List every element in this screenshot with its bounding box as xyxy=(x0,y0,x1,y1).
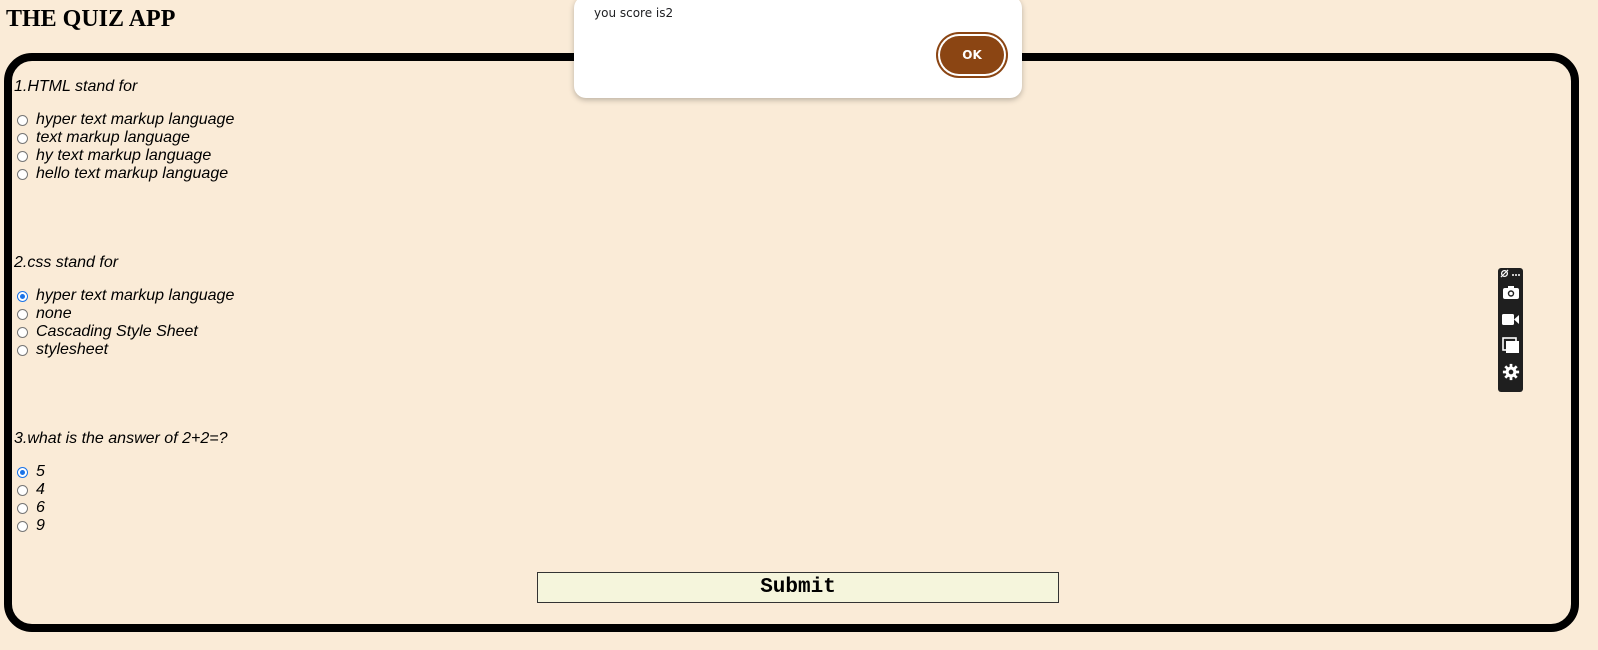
app-title: THE QUIZ APP xyxy=(6,6,176,32)
radio-button[interactable] xyxy=(17,114,28,126)
option-label: hello text markup language xyxy=(36,165,229,182)
radio-button[interactable] xyxy=(17,150,28,162)
option-label: 9 xyxy=(36,517,45,534)
options-list: hyper text markup language none Cascadin… xyxy=(14,287,234,359)
option-q2-a[interactable]: hyper text markup language xyxy=(14,287,234,305)
option-label: text markup language xyxy=(36,129,190,146)
toolbar-header xyxy=(1500,269,1521,281)
settings-icon[interactable] xyxy=(1500,361,1521,382)
option-label: 4 xyxy=(36,481,45,498)
question-3: 3.what is the answer of 2+2=? 5 4 6 9 xyxy=(14,430,227,535)
camera-icon[interactable] xyxy=(1500,282,1521,303)
alert-message: you score is2 xyxy=(594,6,674,20)
option-q2-d[interactable]: stylesheet xyxy=(14,341,234,359)
option-label: stylesheet xyxy=(36,341,109,358)
radio-button[interactable] xyxy=(17,132,28,144)
pin-icon[interactable] xyxy=(1500,269,1509,281)
radio-button[interactable] xyxy=(17,466,28,478)
option-q1-b[interactable]: text markup language xyxy=(14,129,234,147)
radio-button[interactable] xyxy=(17,290,28,302)
radio-button[interactable] xyxy=(17,344,28,356)
option-q3-d[interactable]: 9 xyxy=(14,517,227,535)
video-icon[interactable] xyxy=(1500,309,1521,330)
option-label: hy text markup language xyxy=(36,147,212,164)
capture-toolbar xyxy=(1498,268,1523,392)
question-text: 3.what is the answer of 2+2=? xyxy=(14,430,228,447)
question-text: 2.css stand for xyxy=(14,254,119,271)
alert-dialog: you score is2 OK xyxy=(574,0,1022,98)
option-label: 5 xyxy=(36,463,45,480)
radio-button[interactable] xyxy=(17,502,28,514)
question-1: 1.HTML stand for hyper text markup langu… xyxy=(14,78,234,183)
option-label: none xyxy=(36,305,72,322)
option-q3-a[interactable]: 5 xyxy=(14,463,227,481)
option-label: hyper text markup language xyxy=(36,111,235,128)
submit-button[interactable]: Submit xyxy=(537,572,1059,603)
options-list: 5 4 6 9 xyxy=(14,463,227,535)
more-icon[interactable] xyxy=(1511,270,1521,280)
option-label: hyper text markup language xyxy=(36,287,235,304)
option-q1-a[interactable]: hyper text markup language xyxy=(14,111,234,129)
option-q3-b[interactable]: 4 xyxy=(14,481,227,499)
options-list: hyper text markup language text markup l… xyxy=(14,111,234,183)
option-q2-b[interactable]: none xyxy=(14,305,234,323)
question-2: 2.css stand for hyper text markup langua… xyxy=(14,254,234,359)
radio-button[interactable] xyxy=(17,168,28,180)
option-label: 6 xyxy=(36,499,45,516)
radio-button[interactable] xyxy=(17,520,28,532)
question-text: 1.HTML stand for xyxy=(14,78,138,95)
option-q1-c[interactable]: hy text markup language xyxy=(14,147,234,165)
ok-button[interactable]: OK xyxy=(940,36,1004,74)
option-label: Cascading Style Sheet xyxy=(36,323,198,340)
option-q2-c[interactable]: Cascading Style Sheet xyxy=(14,323,234,341)
radio-button[interactable] xyxy=(17,484,28,496)
window-capture-icon[interactable] xyxy=(1500,335,1521,356)
radio-button[interactable] xyxy=(17,326,28,338)
radio-button[interactable] xyxy=(17,308,28,320)
option-q3-c[interactable]: 6 xyxy=(14,499,227,517)
quiz-container xyxy=(4,53,1579,632)
option-q1-d[interactable]: hello text markup language xyxy=(14,165,234,183)
